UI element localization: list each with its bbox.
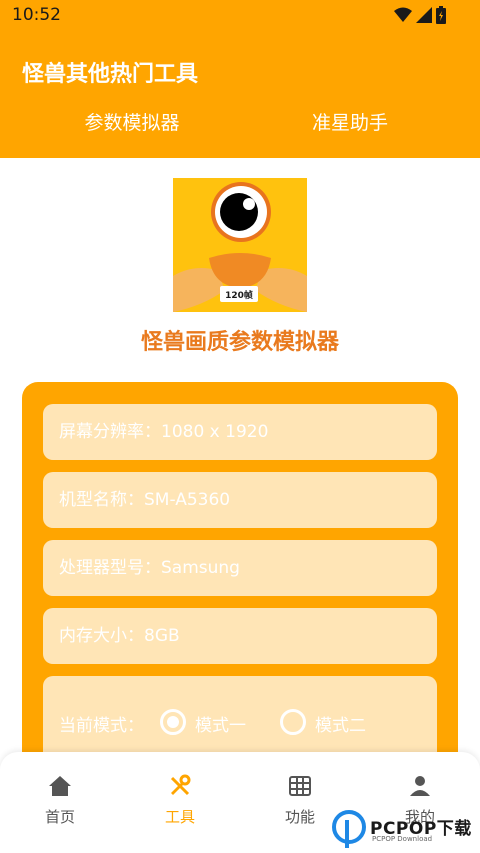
nav-home-label: 首页 <box>44 808 75 826</box>
signal-icon <box>416 7 432 23</box>
grid-icon <box>289 776 311 796</box>
status-icons <box>394 6 446 24</box>
tab-crosshair-assistant[interactable]: 准星助手 <box>230 108 470 135</box>
person-icon <box>410 776 430 796</box>
mode-one-label[interactable]: 模式一 <box>195 711 246 736</box>
model-name-field[interactable]: 机型名称：SM-A5360 <box>43 472 437 528</box>
logo-badge-text: 120帧 <box>225 289 253 301</box>
resolution-field[interactable]: 屏幕分辨率：1080 x 1920 <box>43 404 437 460</box>
processor-field[interactable]: 处理器型号：Samsung <box>43 540 437 596</box>
params-card: 屏幕分辨率：1080 x 1920 机型名称：SM-A5360 处理器型号：Sa… <box>22 382 458 802</box>
mode-two-label[interactable]: 模式二 <box>315 711 366 736</box>
mode-one-radio[interactable] <box>160 709 186 735</box>
tools-icon <box>170 774 191 796</box>
app-bar: 10:52 怪兽其他热门工具 参数模拟器 准星助手 <box>0 0 480 158</box>
nav-home[interactable]: 首页 <box>0 774 120 827</box>
memory-field[interactable]: 内存大小：8GB <box>43 608 437 664</box>
status-bar: 10:52 <box>0 0 480 32</box>
watermark: PCPOP下载 PCPOP Download <box>332 808 480 853</box>
battery-icon <box>436 6 446 24</box>
nav-tools[interactable]: 工具 <box>120 774 240 827</box>
page-heading: 怪兽画质参数模拟器 <box>140 330 339 355</box>
mode-two-radio[interactable] <box>280 709 306 735</box>
watermark-logo-icon <box>332 810 366 848</box>
app-logo: 120帧 <box>173 178 307 312</box>
app-title: 怪兽其他热门工具 <box>22 62 199 87</box>
mode-label: 当前模式： <box>59 716 144 736</box>
status-time: 10:52 <box>12 5 61 25</box>
wifi-icon <box>394 7 412 22</box>
home-icon <box>49 776 71 796</box>
tab-parameter-simulator[interactable]: 参数模拟器 <box>12 108 252 135</box>
watermark-sub: PCPOP Download <box>372 835 433 843</box>
nav-tools-label: 工具 <box>164 808 195 826</box>
